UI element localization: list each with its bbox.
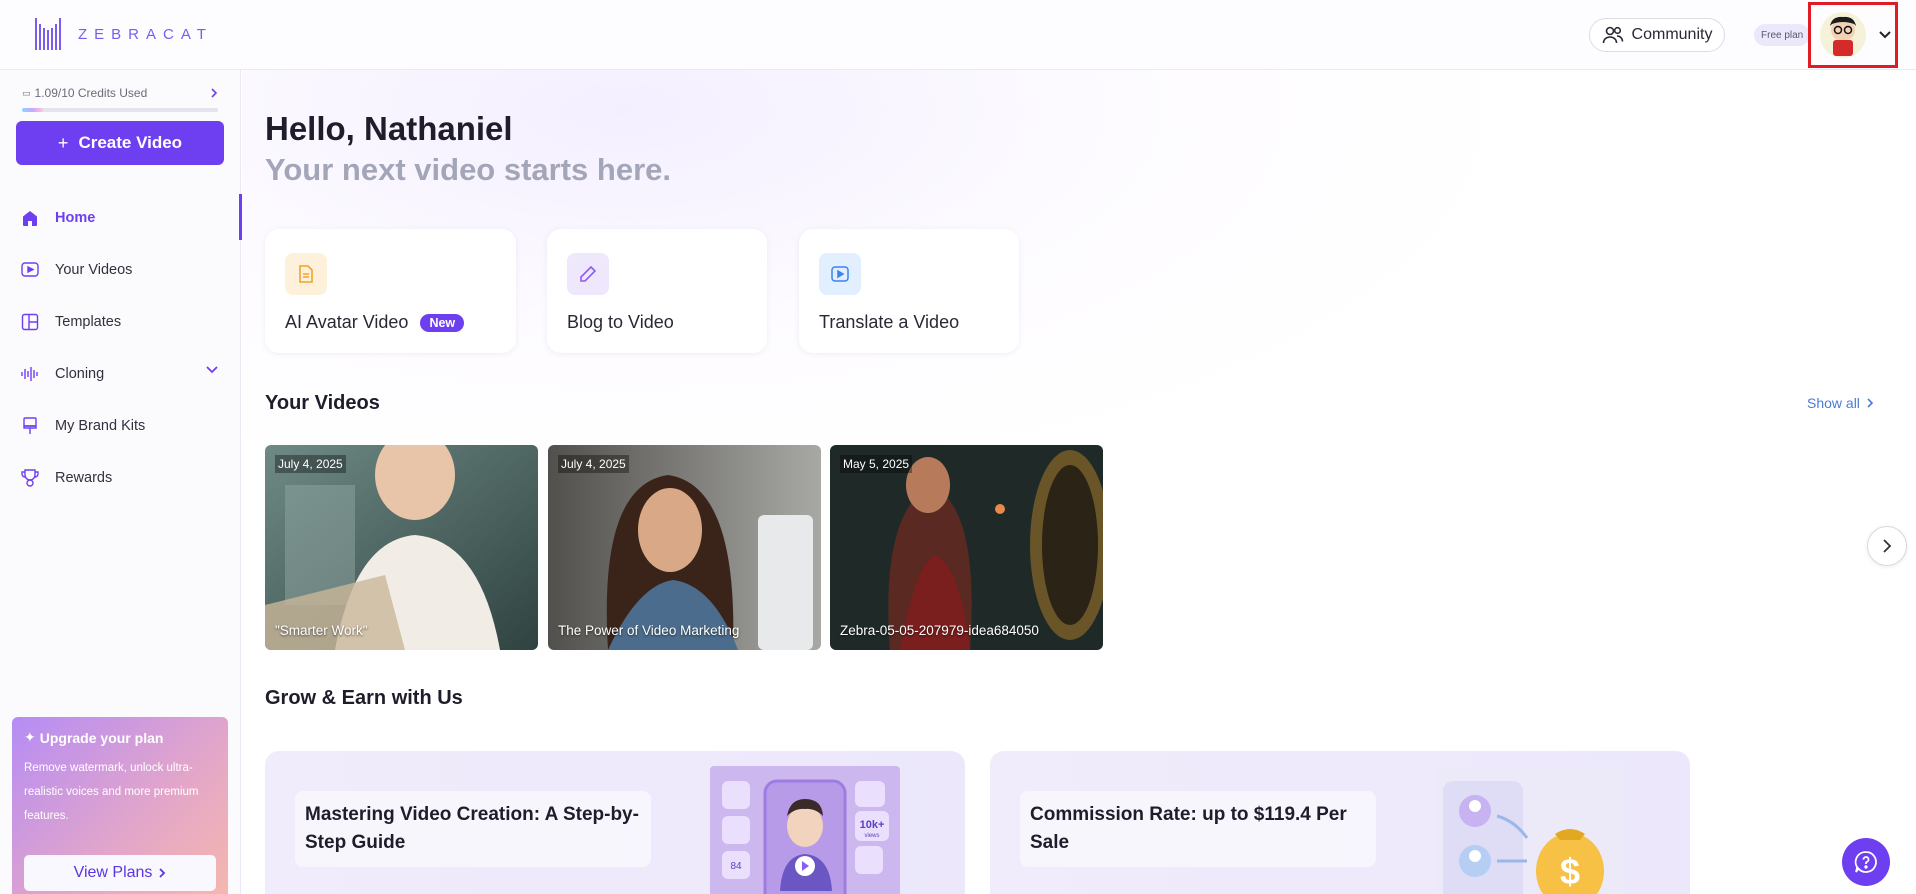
- chevron-right-icon: [1883, 539, 1892, 553]
- chevron-down-icon[interactable]: [1878, 30, 1892, 40]
- grow-earn-title: Grow & Earn with Us: [265, 687, 463, 709]
- sidebar-item-label: Templates: [55, 314, 122, 330]
- video-date: May 5, 2025: [840, 455, 913, 473]
- sidebar-item-templates[interactable]: Templates: [0, 296, 241, 348]
- help-chat-button[interactable]: [1842, 838, 1890, 886]
- quick-action-label: Blog to Video: [567, 312, 674, 332]
- video-date: July 4, 2025: [275, 455, 346, 473]
- translate-video-card[interactable]: Translate a Video: [799, 229, 1019, 353]
- new-badge: New: [420, 313, 465, 332]
- video-card-smarter-work[interactable]: July 4, 2025 "Smarter Work": [265, 445, 538, 650]
- home-icon: [19, 207, 41, 229]
- credits-label: 1.09/10 Credits Used: [34, 86, 148, 100]
- brand-name: ZEBRACAT: [78, 25, 213, 43]
- create-video-button[interactable]: + Create Video: [16, 121, 224, 165]
- quick-action-label: Translate a Video: [819, 312, 960, 332]
- sidebar-item-label: Rewards: [55, 470, 113, 486]
- sparkle-icon: ✦: [24, 729, 36, 745]
- promo-art-video-guide: 10k+ views 84: [710, 766, 900, 894]
- sidebar-item-label: My Brand Kits: [55, 418, 146, 434]
- sidebar: ▭ 1.09/10 Credits Used + Create Video Ho…: [0, 70, 242, 894]
- ai-avatar-video-card[interactable]: AI Avatar Video New: [265, 229, 516, 353]
- blog-to-video-card[interactable]: Blog to Video: [547, 229, 767, 353]
- community-button[interactable]: Community: [1589, 18, 1725, 52]
- brush-icon: [19, 415, 41, 437]
- quick-action-label: AI Avatar Video: [285, 312, 409, 332]
- upgrade-panel: ✦ Upgrade your plan Remove watermark, un…: [12, 717, 228, 894]
- logo[interactable]: ZEBRACAT: [34, 16, 213, 52]
- video-icon: [19, 259, 41, 281]
- templates-icon: [19, 311, 41, 333]
- zebracat-logo-icon: [35, 18, 61, 50]
- chevron-right-icon[interactable]: [210, 87, 218, 99]
- promo-title: Mastering Video Creation: A Step-by-Step…: [295, 791, 651, 867]
- user-menu[interactable]: [1808, 2, 1898, 68]
- sidebar-item-label: Cloning: [55, 366, 105, 382]
- sidebar-nav: Home Your Videos Templates Cloning My Br…: [0, 192, 242, 504]
- promo-card-commission[interactable]: Commission Rate: up to $119.4 Per Sale $: [990, 751, 1690, 894]
- plus-icon: +: [57, 132, 69, 153]
- sidebar-item-your-videos[interactable]: Your Videos: [0, 244, 241, 296]
- promo-card-video-guide[interactable]: Mastering Video Creation: A Step-by-Step…: [265, 751, 965, 894]
- video-title: Zebra-05-05-207979-idea684050: [840, 623, 1039, 638]
- promo-dollar-symbol: $: [1560, 851, 1580, 892]
- video-thumbnail-image: [830, 445, 1103, 650]
- chevron-right-icon: [1867, 398, 1874, 408]
- pencil-icon: [567, 253, 609, 295]
- community-label: Community: [1631, 26, 1713, 43]
- credit-card-icon: ▭: [22, 87, 31, 98]
- top-bar: ZEBRACAT Community Free plan: [0, 0, 1916, 70]
- promo-art-commission: $: [1435, 766, 1625, 894]
- chevron-right-icon: [159, 868, 166, 878]
- credits-progress-fill: [22, 108, 44, 112]
- greeting: Hello, Nathaniel: [265, 110, 513, 147]
- promo-stat-likes: 84: [730, 861, 742, 872]
- video-card-zebra-idea[interactable]: May 5, 2025 Zebra-05-05-207979-idea68405…: [830, 445, 1103, 650]
- video-title: "Smarter Work": [275, 623, 368, 638]
- tagline: Your next video starts here.: [265, 152, 671, 187]
- waveform-icon: [19, 363, 41, 385]
- view-plans-label: View Plans: [73, 864, 153, 881]
- promo-stat-views-label: views: [864, 833, 879, 839]
- play-icon: [819, 253, 861, 295]
- view-plans-button[interactable]: View Plans: [24, 855, 216, 891]
- video-card-power-of-video-marketing[interactable]: July 4, 2025 The Power of Video Marketin…: [548, 445, 821, 650]
- carousel-next-button[interactable]: [1867, 526, 1907, 566]
- chevron-down-icon[interactable]: [205, 365, 219, 375]
- create-video-label: Create Video: [78, 133, 183, 152]
- promo-title: Commission Rate: up to $119.4 Per Sale: [1020, 791, 1376, 867]
- users-icon: [1602, 26, 1623, 44]
- video-date: July 4, 2025: [558, 455, 629, 473]
- sidebar-item-my-brand-kits[interactable]: My Brand Kits: [0, 400, 241, 452]
- main-content: Hello, Nathaniel Your next video starts …: [242, 70, 1916, 894]
- show-all-link[interactable]: Show all: [1807, 395, 1874, 411]
- sidebar-item-label: Your Videos: [55, 262, 133, 278]
- avatar-image-icon: [1830, 16, 1856, 56]
- document-icon: [285, 253, 327, 295]
- video-title: The Power of Video Marketing: [558, 623, 740, 638]
- sidebar-item-home[interactable]: Home: [0, 192, 242, 244]
- show-all-label: Show all: [1807, 395, 1860, 411]
- plan-badge: Free plan: [1754, 24, 1811, 46]
- your-videos-title: Your Videos: [265, 392, 380, 414]
- video-thumbnail-image: [548, 445, 821, 650]
- promo-stat-views-count: 10k+: [860, 819, 885, 831]
- credits-usage[interactable]: ▭ 1.09/10 Credits Used: [22, 86, 218, 112]
- sidebar-item-label: Home: [55, 210, 96, 226]
- credits-progress: [22, 108, 218, 112]
- question-chat-icon: [1854, 851, 1877, 873]
- video-thumbnail-image: [265, 445, 538, 650]
- avatar[interactable]: [1820, 12, 1866, 58]
- upgrade-title: Upgrade your plan: [39, 729, 164, 746]
- upgrade-description: Remove watermark, unlock ultra-realistic…: [24, 762, 199, 822]
- sidebar-item-rewards[interactable]: Rewards: [0, 452, 241, 504]
- sidebar-item-cloning[interactable]: Cloning: [0, 348, 241, 400]
- trophy-icon: [19, 467, 41, 489]
